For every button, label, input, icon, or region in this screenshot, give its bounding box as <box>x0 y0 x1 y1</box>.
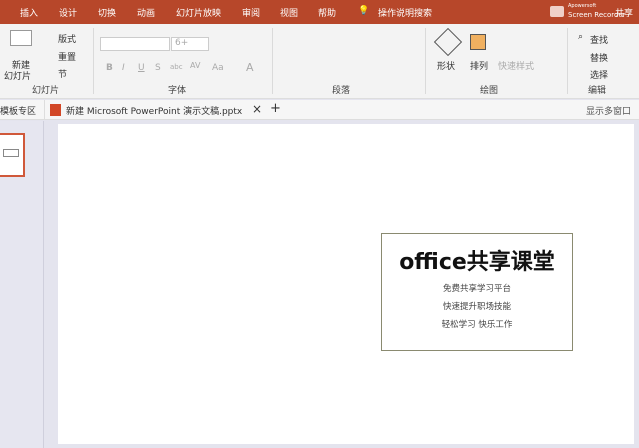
find-button[interactable]: 查找 <box>590 33 608 46</box>
lightbulb-icon: 💡 <box>358 6 370 16</box>
search-icon: ⌕ <box>578 32 584 42</box>
ribbon-tab-bar: 插入 设计 切换 动画 幻灯片放映 审阅 视图 帮助 💡 操作说明搜索 Apow… <box>0 0 639 24</box>
powerpoint-file-icon <box>50 104 61 116</box>
replace-button[interactable]: 替换 <box>590 51 608 64</box>
quick-styles-button[interactable]: 快速样式 <box>498 59 534 72</box>
slide-text-box[interactable]: office共享课堂 免费共享学习平台 快速提升职场技能 轻松学习 快乐工作 <box>381 233 573 351</box>
group-drawing-label: 绘图 <box>480 86 499 96</box>
tab-view[interactable]: 视图 <box>280 6 298 19</box>
bold-button[interactable]: B <box>106 63 113 73</box>
slide-line-3: 轻松学习 快乐工作 <box>441 320 513 330</box>
new-tab-button[interactable]: + <box>270 101 281 116</box>
new-slide-dropdown[interactable]: 幻灯片 <box>4 69 31 82</box>
strikethrough-button[interactable]: abc <box>170 63 183 71</box>
tab-design[interactable]: 设计 <box>59 6 77 19</box>
font-color-button[interactable]: A <box>246 61 254 74</box>
tab-animations[interactable]: 动画 <box>137 6 155 19</box>
italic-button[interactable]: I <box>122 63 125 73</box>
group-slides-label: 幻灯片 <box>32 86 60 96</box>
section-button[interactable]: 节 <box>58 67 67 80</box>
group-paragraph-label: 段落 <box>332 86 351 96</box>
multi-window-button[interactable]: 显示多窗口 <box>586 104 631 117</box>
tell-me-search[interactable]: 操作说明搜索 <box>378 6 432 19</box>
group-editing-label: 编辑 <box>588 86 607 96</box>
arrange-button[interactable]: 排列 <box>470 59 488 72</box>
slide-line-1: 免费共享学习平台 <box>442 284 511 294</box>
select-button[interactable]: 选择 <box>590 68 608 81</box>
document-tab[interactable]: 新建 Microsoft PowerPoint 演示文稿.pptx <box>66 104 242 117</box>
document-tab-bar: 模板专区 新建 Microsoft PowerPoint 演示文稿.pptx ×… <box>0 100 639 120</box>
recorder-brand: Apowersoft <box>568 3 597 9</box>
slide-title: office共享课堂 <box>399 250 555 275</box>
underline-button[interactable]: U <box>138 63 145 73</box>
layout-button[interactable]: 版式 <box>58 32 76 45</box>
change-case-button[interactable]: Aa <box>212 63 224 73</box>
share-button[interactable]: 共享 <box>615 6 633 19</box>
ribbon: 新建 幻灯片 版式 重置 节 幻灯片 6+ B I U S abc AV Aa … <box>0 24 639 99</box>
slide-line-2: 快速提升职场技能 <box>442 302 511 312</box>
tab-review[interactable]: 审阅 <box>242 6 260 19</box>
arrange-icon <box>470 34 486 50</box>
shapes-icon <box>433 27 463 57</box>
group-font-label: 字体 <box>168 86 187 96</box>
slide-thumbnail-1[interactable] <box>0 133 25 177</box>
tab-slideshow[interactable]: 幻灯片放映 <box>176 6 221 19</box>
tab-help[interactable]: 帮助 <box>318 6 336 19</box>
recorder-icon <box>550 6 564 17</box>
new-slide-icon <box>10 30 32 46</box>
char-spacing-button[interactable]: AV <box>190 61 200 70</box>
tab-insert[interactable]: 插入 <box>20 6 38 19</box>
shadow-button[interactable]: S <box>155 63 161 73</box>
reset-button[interactable]: 重置 <box>58 50 76 63</box>
font-size-input[interactable]: 6+ <box>171 37 209 51</box>
close-tab-button[interactable]: × <box>252 102 262 116</box>
template-zone-tab[interactable]: 模板专区 <box>0 104 36 117</box>
shapes-button[interactable]: 形状 <box>437 59 455 72</box>
tab-transitions[interactable]: 切换 <box>98 6 116 19</box>
font-name-input[interactable] <box>100 37 170 51</box>
